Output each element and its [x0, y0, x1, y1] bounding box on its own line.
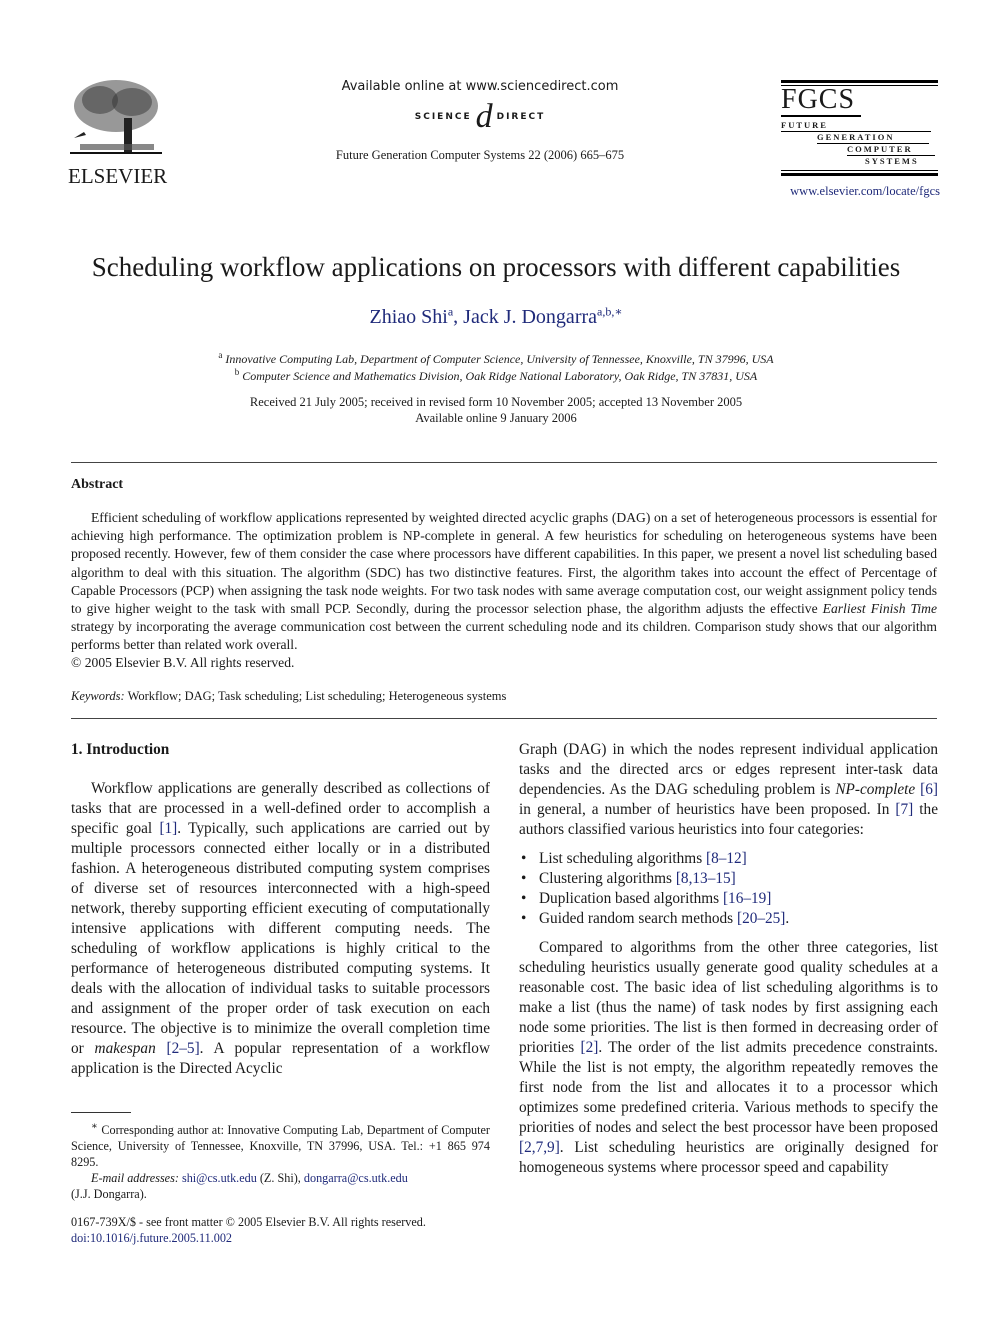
sd-science-word: SCIENCE	[414, 112, 472, 122]
elsevier-tree-icon	[70, 80, 162, 154]
right-column: Graph (DAG) in which the nodes represent…	[519, 740, 938, 1178]
sd-at-icon: d	[475, 98, 493, 135]
fgcs-rule	[781, 80, 938, 83]
list-item: Guided random search methods [20–25].	[521, 909, 938, 929]
affiliation-b: b Computer Science and Mathematics Divis…	[234, 367, 758, 383]
abstract-copyright: © 2005 Elsevier B.V. All rights reserved…	[71, 655, 295, 670]
fgcs-line: FUTURE	[781, 120, 931, 132]
journal-url-link[interactable]: www.elsevier.com/locate/fgcs	[770, 184, 940, 199]
intro-paragraph: Workflow applications are generally desc…	[71, 780, 490, 1077]
email-link[interactable]: dongarra@cs.utk.edu	[304, 1171, 408, 1185]
divider	[71, 718, 937, 719]
divider	[71, 462, 937, 463]
footnote: ∗ Corresponding author at: Innovative Co…	[71, 1121, 490, 1202]
intro-paragraph: Graph (DAG) in which the nodes represent…	[519, 741, 938, 838]
citation-link[interactable]: [2]	[581, 1039, 599, 1056]
abstract-heading: Abstract	[71, 477, 124, 492]
author-list: Zhiao Shia, Jack J. Dongarraa,b,∗	[0, 304, 992, 329]
fgcs-logo: FGCS FUTURE GENERATION COMPUTER SYSTEMS	[781, 80, 938, 178]
available-online-text: Available online at www.sciencedirect.co…	[341, 79, 619, 94]
elsevier-logo: ELSEVIER	[68, 78, 168, 188]
paper-title: Scheduling workflow applications on proc…	[91, 252, 901, 282]
email-link[interactable]: shi@cs.utk.edu	[182, 1171, 257, 1185]
fgcs-line: GENERATION	[817, 132, 929, 144]
author-link[interactable]: Jack J. Dongarraa,b,∗	[463, 304, 622, 328]
author-separator: ,	[453, 305, 464, 328]
list-item: List scheduling algorithms [8–12]	[521, 849, 938, 869]
list-item: Duplication based algorithms [16–19]	[521, 889, 938, 909]
elsevier-wordmark: ELSEVIER	[68, 164, 168, 188]
citation-link[interactable]: [6]	[920, 781, 938, 798]
citation-link[interactable]: [8–12]	[706, 850, 747, 867]
citation-link[interactable]: [2–5]	[167, 1040, 200, 1057]
author-link[interactable]: Zhiao Shia	[370, 304, 454, 328]
citation-link[interactable]: [20–25]	[737, 910, 785, 927]
fgcs-rule	[781, 170, 938, 171]
fgcs-title: FGCS	[781, 84, 856, 115]
list-item: Clustering algorithms [8,13–15]	[521, 869, 938, 889]
doi-link[interactable]: doi:10.1016/j.future.2005.11.002	[71, 1231, 232, 1245]
journal-citation: Future Generation Computer Systems 22 (2…	[335, 148, 625, 162]
section-heading-introduction: 1. Introduction	[71, 741, 170, 758]
heuristic-categories-list: List scheduling algorithms [8–12] Cluste…	[519, 849, 938, 929]
intro-paragraph: Compared to algorithms from the other th…	[519, 939, 938, 1176]
left-column: Workflow applications are generally desc…	[71, 779, 490, 1079]
fgcs-underline	[781, 115, 861, 117]
citation-link[interactable]: [7]	[895, 801, 913, 818]
fgcs-line: COMPUTER	[847, 144, 935, 156]
received-dates: Received 21 July 2005; received in revis…	[249, 395, 743, 409]
fgcs-line: SYSTEMS	[865, 156, 919, 166]
fgcs-rule	[781, 173, 938, 176]
keywords: Keywords: Workflow; DAG; Task scheduling…	[71, 689, 507, 703]
abstract-body: Efficient scheduling of workflow applica…	[71, 510, 937, 653]
sciencedirect-block: Available online at www.sciencedirect.co…	[300, 78, 660, 163]
footnote-rule	[71, 1112, 131, 1113]
available-date: Available online 9 January 2006	[415, 411, 577, 425]
affiliation-a: a Innovative Computing Lab, Department o…	[218, 350, 774, 366]
citation-link[interactable]: [8,13–15]	[676, 870, 736, 887]
front-matter-text: 0167-739X/$ - see front matter © 2005 El…	[71, 1215, 426, 1229]
citation-link[interactable]: [2,7,9]	[519, 1139, 560, 1156]
sciencedirect-logo: SCIENCE d DIRECT	[300, 100, 660, 134]
front-matter: 0167-739X/$ - see front matter © 2005 El…	[71, 1214, 426, 1246]
sd-direct-word: DIRECT	[496, 112, 546, 122]
citation-link[interactable]: [1]	[159, 820, 177, 837]
citation-link[interactable]: [16–19]	[723, 890, 771, 907]
